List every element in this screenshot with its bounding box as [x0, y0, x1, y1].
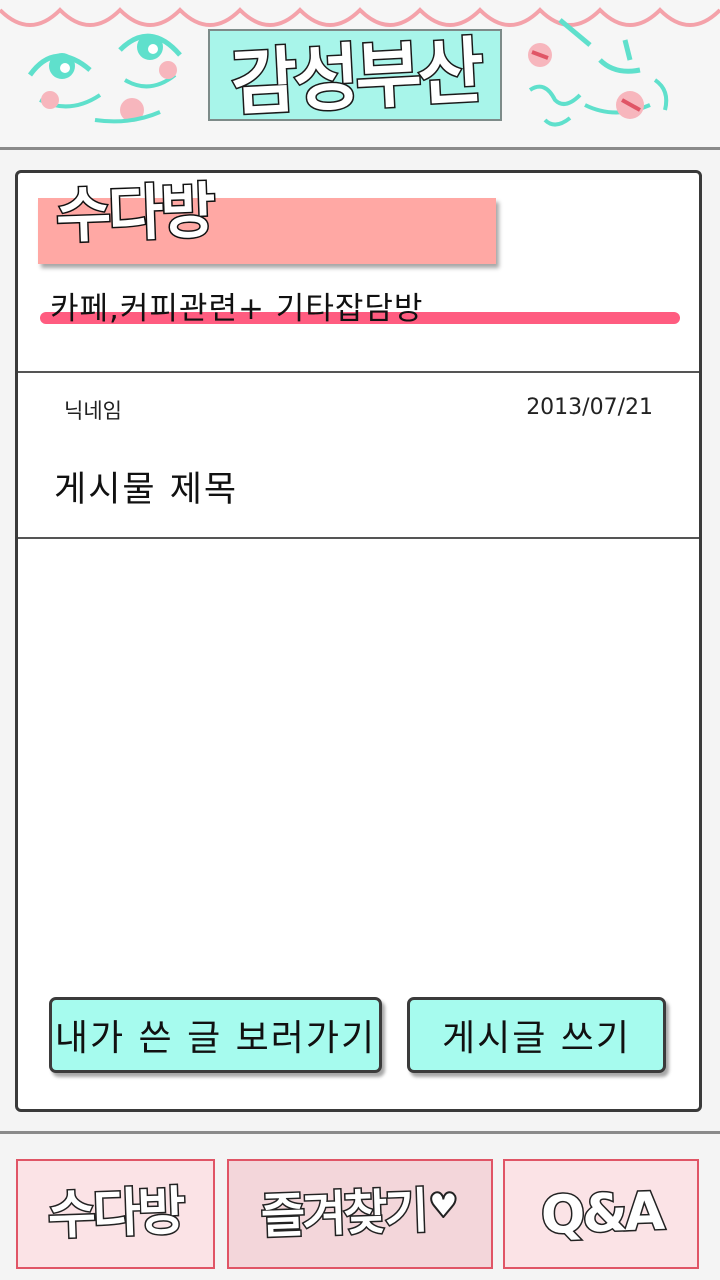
board-card: 수다방 카페,커피관련+ 기타잡담방 닉네임 2013/07/21 게시물 제목… [15, 170, 702, 1112]
logo-text: 감성부산 [227, 27, 483, 127]
post-title: 게시물 제목 [54, 470, 239, 510]
face-doodle-icon [528, 18, 669, 127]
board-description: 카페,커피관련+ 기타잡담방 [50, 291, 424, 327]
write-post-button[interactable]: 게시글 쓰기 [407, 997, 666, 1073]
nav-favorites-label: 즐겨찾기 [259, 1182, 428, 1247]
post-author: 닉네임 [64, 399, 122, 423]
board-header: 수다방 카페,커피관련+ 기타잡담방 [18, 173, 699, 373]
nav-chat-room[interactable]: 수다방 [16, 1159, 215, 1269]
post-date: 2013/07/21 [526, 395, 653, 420]
post-list-item[interactable]: 닉네임 2013/07/21 게시물 제목 [18, 373, 699, 539]
board-title: 수다방 [53, 175, 215, 253]
nav-qna[interactable]: Q&A [503, 1159, 699, 1269]
my-posts-button[interactable]: 내가 쓴 글 보러가기 [49, 997, 382, 1073]
eye-doodle-icon [27, 53, 102, 109]
nav-chat-room-label: 수다방 [46, 1180, 186, 1248]
bottom-nav: 수다방 즐겨찾기 ♥ Q&A [0, 1131, 720, 1280]
heart-icon: ♥ [427, 1185, 460, 1227]
app-logo: 감성부산 [208, 27, 502, 127]
app-header: 감성부산 [0, 0, 720, 150]
nav-qna-label: Q&A [538, 1180, 664, 1247]
nav-favorites[interactable]: 즐겨찾기 ♥ [227, 1159, 493, 1269]
eye-doodle-icon [94, 33, 182, 124]
